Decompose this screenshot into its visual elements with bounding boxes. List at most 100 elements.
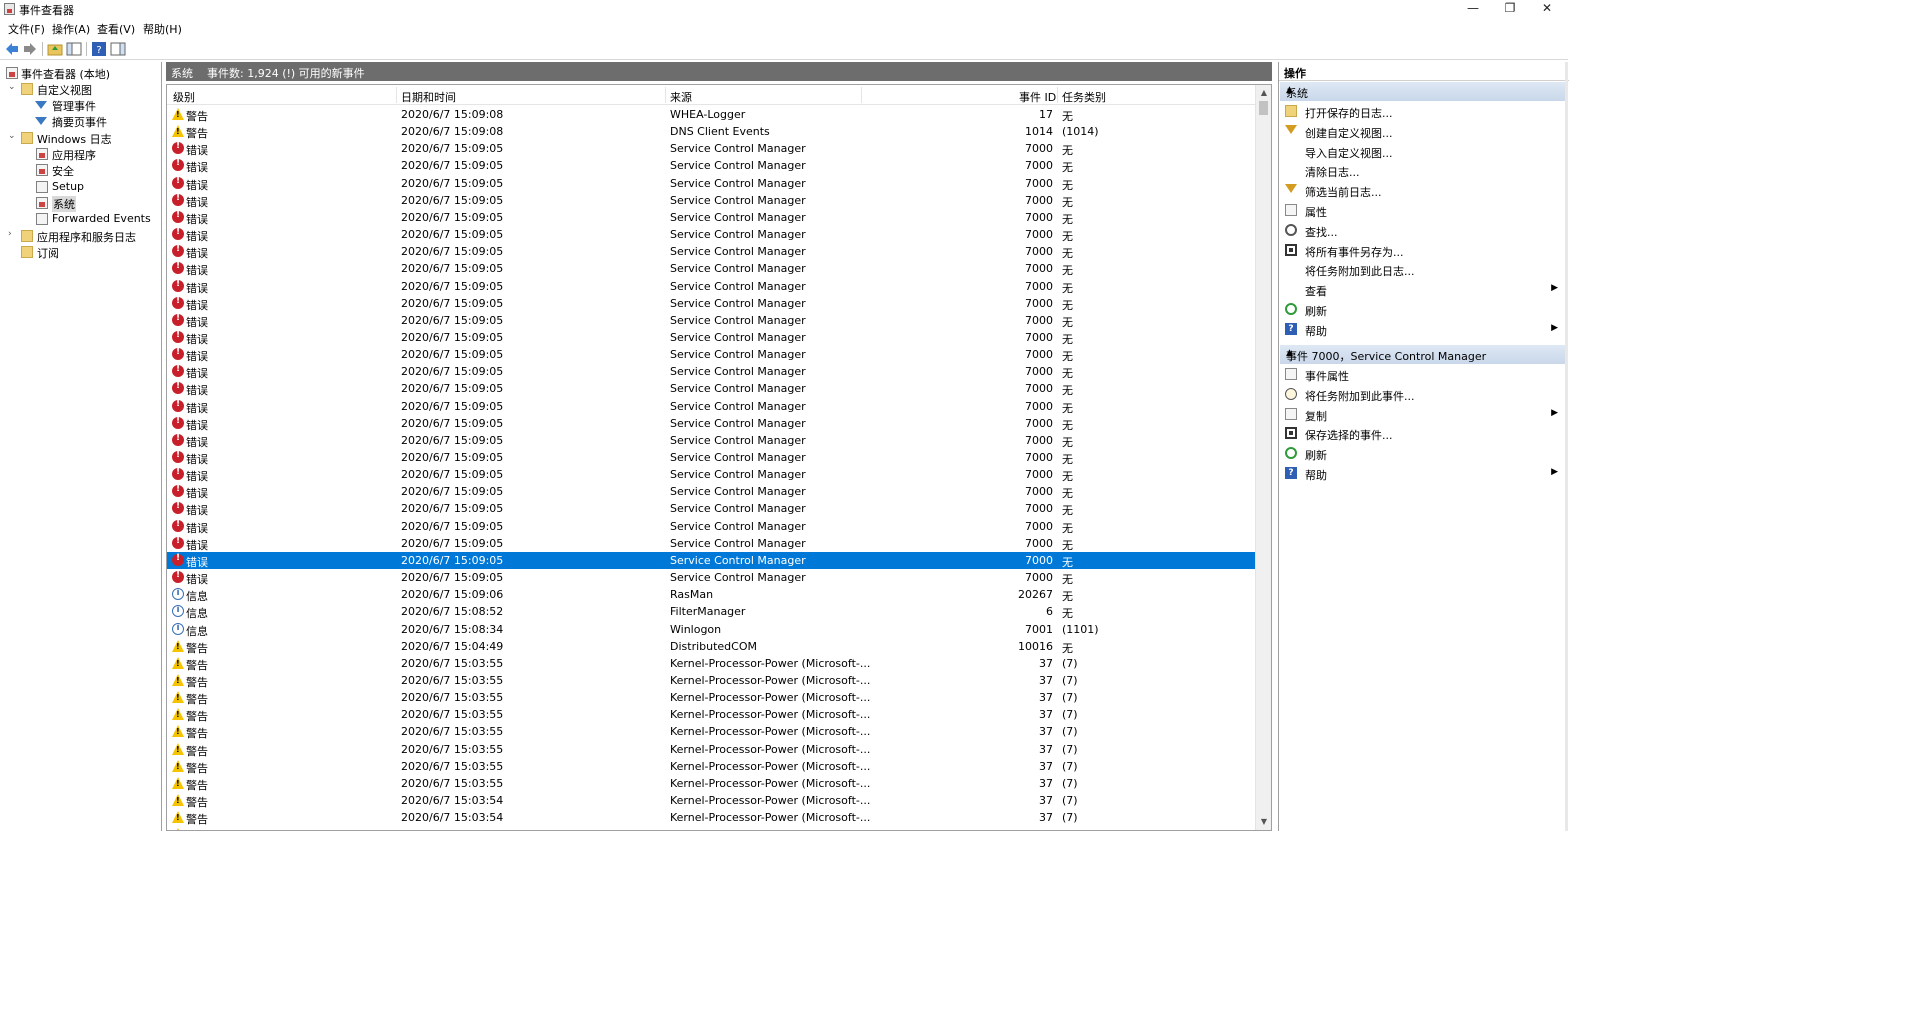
table-row[interactable]: 错误 2020/6/7 15:09:05 Service Control Manag… bbox=[167, 175, 1255, 192]
action-item[interactable]: 事件属性 bbox=[1280, 365, 1566, 384]
table-row[interactable]: 错误 2020/6/7 15:09:05 Service Control Manag… bbox=[167, 500, 1255, 517]
menu-help[interactable]: 帮助(H) bbox=[143, 21, 182, 37]
action-item[interactable]: ? 帮助 ▶ bbox=[1280, 320, 1566, 339]
action-item[interactable]: 将任务附加到此事件... bbox=[1280, 385, 1566, 404]
table-row[interactable]: 错误 2020/6/7 15:09:05 Service Control Manag… bbox=[167, 312, 1255, 329]
column-separator[interactable] bbox=[861, 87, 862, 103]
action-item[interactable]: 属性 bbox=[1280, 201, 1566, 220]
table-row[interactable]: 警告 2020/6/7 15:04:49 DistributedCOM 10016 无 bbox=[167, 638, 1255, 655]
tree-windows-logs[interactable]: ⌄ Windows 日志 bbox=[4, 130, 162, 146]
collapse-caret-icon[interactable]: ▲ bbox=[1286, 85, 1560, 95]
table-row[interactable]: 错误 2020/6/7 15:09:05 Service Control Manag… bbox=[167, 380, 1255, 397]
tree-system-log[interactable]: 系统 bbox=[4, 195, 162, 212]
action-item[interactable]: 清除日志... bbox=[1280, 161, 1566, 180]
collapse-caret-icon[interactable]: ▲ bbox=[1286, 348, 1560, 358]
action-item[interactable]: 查看 ▶ bbox=[1280, 280, 1566, 299]
show-hide-tree-icon[interactable] bbox=[66, 41, 82, 57]
close-button[interactable]: ✕ bbox=[1529, 0, 1565, 18]
column-datetime[interactable]: 日期和时间 bbox=[401, 89, 456, 105]
action-item[interactable]: ? 帮助 ▶ bbox=[1280, 464, 1566, 483]
collapse-icon[interactable]: ⌄ bbox=[8, 131, 18, 141]
tree-security-log[interactable]: 安全 bbox=[4, 162, 162, 178]
help-icon[interactable]: ? bbox=[91, 41, 107, 57]
table-row[interactable]: 错误 2020/6/7 15:09:05 Service Control Manag… bbox=[167, 535, 1255, 552]
action-item[interactable]: 创建自定义视图... bbox=[1280, 122, 1566, 141]
table-row[interactable]: 错误 2020/6/7 15:09:05 Service Control Manag… bbox=[167, 449, 1255, 466]
table-row[interactable]: 警告 2020/6/7 15:09:08 WHEA-Logger 17 无 bbox=[167, 106, 1255, 123]
table-row[interactable]: 错误 2020/6/7 15:09:05 Service Control Manag… bbox=[167, 346, 1255, 363]
column-source[interactable]: 来源 bbox=[670, 89, 692, 105]
table-row[interactable]: 错误 2020/6/7 15:09:05 Service Control Manag… bbox=[167, 329, 1255, 346]
scroll-down-icon[interactable]: ▼ bbox=[1256, 814, 1271, 830]
table-row[interactable]: 警告 2020/6/7 15:03:55 Kernel-Processor-Powe… bbox=[167, 672, 1255, 689]
table-row[interactable]: 错误 2020/6/7 15:09:05 Service Control Manag… bbox=[167, 157, 1255, 174]
column-separator[interactable] bbox=[1057, 87, 1058, 103]
table-row[interactable]: 错误 2020/6/7 15:09:05 Service Control Manag… bbox=[167, 518, 1255, 535]
column-task-category[interactable]: 任务类别 bbox=[1062, 89, 1106, 105]
column-event-id[interactable]: 事件 ID bbox=[1019, 89, 1056, 105]
actions-scrollbar[interactable] bbox=[1565, 62, 1568, 831]
tree-forwarded-events[interactable]: Forwarded Events bbox=[4, 211, 162, 227]
column-separator[interactable] bbox=[665, 87, 666, 103]
table-row[interactable]: 错误 2020/6/7 15:09:05 Service Control Manag… bbox=[167, 483, 1255, 500]
scroll-up-icon[interactable]: ▲ bbox=[1256, 85, 1271, 101]
table-row[interactable]: 错误 2020/6/7 15:09:05 Service Control Manag… bbox=[167, 192, 1255, 209]
table-row[interactable]: 信息 2020/6/7 15:09:06 RasMan 20267 无 bbox=[167, 586, 1255, 603]
tree-app-service-logs[interactable]: › 应用程序和服务日志 bbox=[4, 228, 162, 244]
table-row[interactable]: 警告 2020/6/7 15:03:55 Kernel-Processor-Powe… bbox=[167, 741, 1255, 758]
table-row[interactable]: 错误 2020/6/7 15:09:05 Service Control Manag… bbox=[167, 278, 1255, 295]
expand-icon[interactable]: › bbox=[8, 229, 18, 239]
table-row[interactable]: 错误 2020/6/7 15:09:05 Service Control Manag… bbox=[167, 466, 1255, 483]
table-row[interactable]: 错误 2020/6/7 15:09:05 Service Control Manag… bbox=[167, 432, 1255, 449]
forward-icon[interactable] bbox=[22, 41, 38, 57]
action-item[interactable]: 打开保存的日志... bbox=[1280, 102, 1566, 121]
back-icon[interactable] bbox=[4, 41, 20, 57]
table-row[interactable]: 错误 2020/6/7 15:09:05 Service Control Manag… bbox=[167, 209, 1255, 226]
scroll-thumb[interactable] bbox=[1259, 101, 1268, 115]
table-row[interactable]: 错误 2020/6/7 15:09:05 Service Control Manag… bbox=[167, 415, 1255, 432]
action-item[interactable]: 将任务附加到此日志... bbox=[1280, 260, 1566, 279]
column-level[interactable]: 级别 bbox=[173, 89, 195, 105]
table-row[interactable]: 错误 2020/6/7 15:09:05 Service Control Manag… bbox=[167, 398, 1255, 415]
table-row[interactable]: 错误 2020/6/7 15:09:05 Service Control Manag… bbox=[167, 243, 1255, 260]
column-separator[interactable] bbox=[396, 87, 397, 103]
action-item[interactable]: 查找... bbox=[1280, 221, 1566, 240]
table-row[interactable]: 警告 2020/6/7 15:03:54 Kernel-Processor-Powe… bbox=[167, 792, 1255, 809]
menu-view[interactable]: 查看(V) bbox=[97, 21, 135, 37]
table-row[interactable]: 警告 2020/6/7 15:03:55 Kernel-Processor-Powe… bbox=[167, 723, 1255, 740]
table-row[interactable]: 警告 2020/6/7 15:09:08 DNS Client Events 1014… bbox=[167, 123, 1255, 140]
table-row[interactable]: 错误 2020/6/7 15:09:05 Service Control Manag… bbox=[167, 260, 1255, 277]
table-row[interactable]: 错误 2020/6/7 15:09:05 Service Control Manag… bbox=[167, 569, 1255, 586]
section-system[interactable]: 系统 ▲ bbox=[1280, 82, 1566, 101]
action-item[interactable]: 刷新 bbox=[1280, 300, 1566, 319]
section-event[interactable]: 事件 7000，Service Control Manager ▲ bbox=[1280, 345, 1566, 364]
action-item[interactable]: 将所有事件另存为... bbox=[1280, 241, 1566, 260]
table-row[interactable]: 信息 2020/6/7 15:08:34 Winlogon 7001 (1101) bbox=[167, 621, 1255, 638]
tree-setup-log[interactable]: Setup bbox=[4, 179, 162, 195]
action-item[interactable]: 筛选当前日志... bbox=[1280, 181, 1566, 200]
table-row-selected[interactable]: 错误 2020/6/7 15:09:05 Service Control Manag… bbox=[167, 551, 1255, 569]
collapse-icon[interactable]: ⌄ bbox=[8, 82, 18, 92]
action-item[interactable]: 复制 ▶ bbox=[1280, 405, 1566, 424]
tree-custom-views[interactable]: ⌄ 自定义视图 bbox=[4, 81, 162, 97]
table-row[interactable]: 警告 2020/6/7 15:03:55 Kernel-Processor-Powe… bbox=[167, 706, 1255, 723]
up-folder-icon[interactable] bbox=[47, 41, 63, 57]
action-item[interactable]: 导入自定义视图... bbox=[1280, 142, 1566, 161]
table-row[interactable]: 错误 2020/6/7 15:09:05 Service Control Manag… bbox=[167, 295, 1255, 312]
menu-file[interactable]: 文件(F) bbox=[8, 21, 45, 37]
tree-application-log[interactable]: 应用程序 bbox=[4, 146, 162, 162]
table-row[interactable]: 警告 2020/6/7 15:03:55 Kernel-Processor-Powe… bbox=[167, 775, 1255, 792]
action-item[interactable]: 保存选择的事件... bbox=[1280, 424, 1566, 443]
vertical-scrollbar[interactable]: ▲ ▼ bbox=[1255, 85, 1271, 830]
maximize-button[interactable]: ❐ bbox=[1492, 0, 1528, 18]
table-row[interactable]: 警告 2020/6/7 15:03:54 Kernel-Processor-Powe… bbox=[167, 809, 1255, 826]
menu-action[interactable]: 操作(A) bbox=[52, 21, 90, 37]
table-row[interactable]: 警告 2020/6/7 15:03:55 Kernel-Processor-Powe… bbox=[167, 689, 1255, 706]
table-row[interactable]: 警告 2020/6/7 15:03:54 Kernel-Processor-Powe… bbox=[167, 826, 1255, 830]
tree-root[interactable]: 事件查看器 (本地) bbox=[4, 65, 162, 81]
tree-subscriptions[interactable]: 订阅 bbox=[4, 244, 162, 260]
tree-summary-events[interactable]: 摘要页事件 bbox=[4, 113, 162, 129]
table-row[interactable]: 错误 2020/6/7 15:09:05 Service Control Manag… bbox=[167, 140, 1255, 157]
show-hide-action-pane-icon[interactable] bbox=[110, 41, 126, 57]
table-row[interactable]: 信息 2020/6/7 15:08:52 FilterManager 6无 bbox=[167, 603, 1255, 620]
